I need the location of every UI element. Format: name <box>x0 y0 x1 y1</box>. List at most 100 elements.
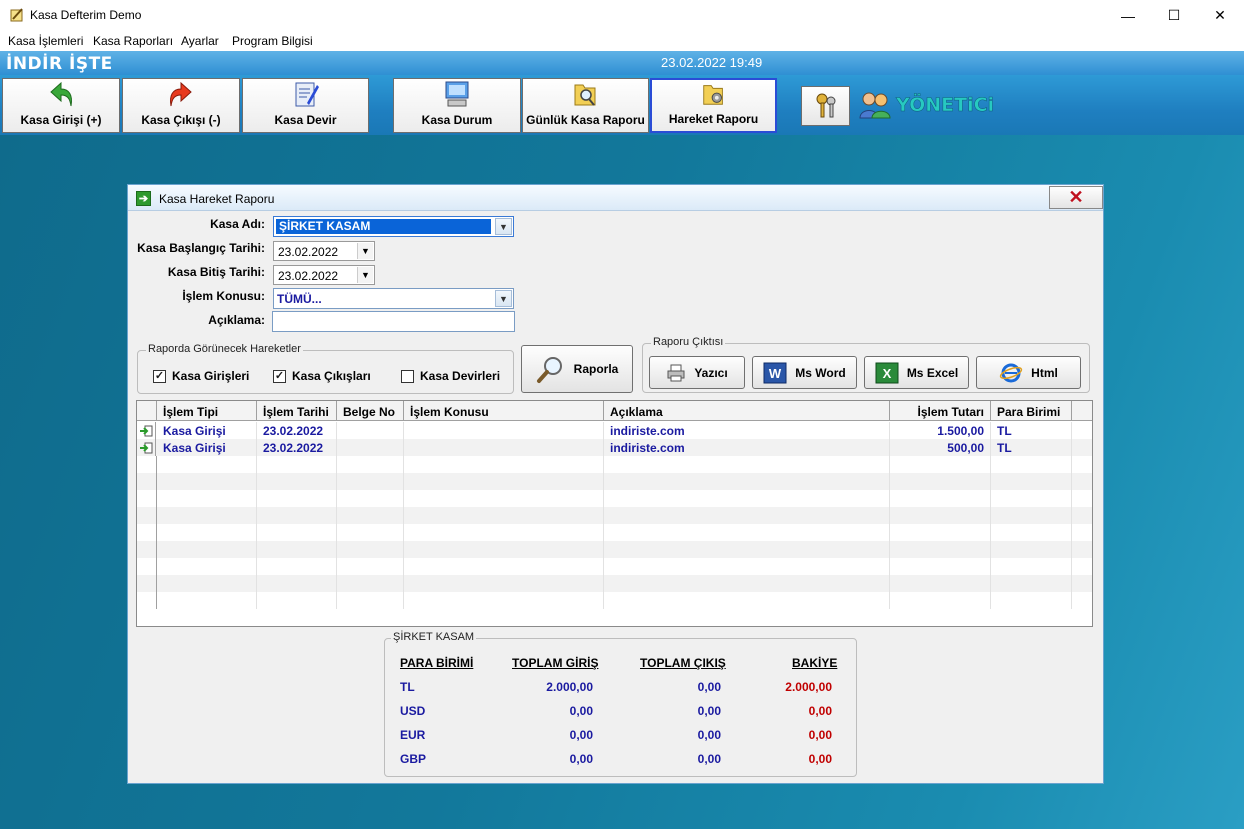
ms-word-button[interactable]: W Ms Word <box>752 356 857 389</box>
table-row[interactable]: Kasa Girişi 23.02.2022 indiriste.com 500… <box>137 439 1092 456</box>
maximize-button[interactable]: ☐ <box>1151 0 1197 31</box>
grid-line <box>990 456 991 473</box>
rapor-ciktisi-label: Raporu Çıktısı <box>651 336 726 348</box>
kasa-cikislari-checkbox[interactable]: ✓ Kasa Çıkışları <box>273 369 371 383</box>
brand-label: İNDİR İŞTE <box>6 54 113 74</box>
raporla-button[interactable]: Raporla <box>521 345 633 393</box>
kasa-devirleri-checkbox[interactable]: Kasa Devirleri <box>401 369 500 383</box>
column-header-islem-tarihi[interactable]: İşlem Tarihi <box>257 401 337 421</box>
kasa-durum-button[interactable]: Kasa Durum <box>393 78 521 133</box>
chevron-down-icon[interactable]: ▼ <box>495 218 512 235</box>
grid-line <box>403 592 404 609</box>
gunluk-rapor-button[interactable]: Günlük Kasa Raporu <box>522 78 649 133</box>
kasa-girisleri-checkbox[interactable]: ✓ Kasa Girişleri <box>153 369 249 383</box>
menu-bar: Kasa İşlemleri Kasa Raporları Ayarlar Pr… <box>0 31 1244 51</box>
chevron-down-icon[interactable]: ▼ <box>357 243 373 259</box>
column-header-islem-tutari[interactable]: İşlem Tutarı <box>890 401 991 421</box>
close-window-button[interactable]: ✕ <box>1197 0 1243 31</box>
cell-islem-tipi: Kasa Girişi <box>157 422 257 439</box>
summary-para-birimi: EUR <box>400 728 426 742</box>
table-header: İşlem Tipi İşlem Tarihi Belge No İşlem K… <box>137 401 1092 421</box>
table-row-empty <box>137 473 1092 490</box>
excel-icon: X <box>875 362 899 383</box>
menu-program-bilgisi[interactable]: Program Bilgisi <box>232 34 313 48</box>
summary-toplam-giris: 0,00 <box>569 704 593 718</box>
computer-icon <box>445 81 469 107</box>
grid-line <box>336 456 337 473</box>
table-row-empty <box>137 507 1092 524</box>
dialog-titlebar: ➔ Kasa Hareket Raporu ✕ <box>128 185 1103 211</box>
bitis-value: 23.02.2022 <box>278 269 339 283</box>
main-toolbar: Kasa Girişi (+) Kasa Çıkışı (-) Kasa Dev… <box>0 75 1244 135</box>
summary-bakiye: 2.000,00 <box>785 680 832 694</box>
table-row[interactable]: Kasa Girişi 23.02.2022 indiriste.com 1.5… <box>137 422 1092 439</box>
cell-islem-tarihi: 23.02.2022 <box>257 422 337 439</box>
column-header-belge-no[interactable]: Belge No <box>337 401 404 421</box>
menu-kasa-raporlari[interactable]: Kasa Raporları <box>93 34 173 48</box>
html-button[interactable]: Html <box>976 356 1081 389</box>
red-arrow-right-icon <box>170 81 192 107</box>
kasa-girisi-button[interactable]: Kasa Girişi (+) <box>2 78 120 133</box>
column-header-aciklama[interactable]: Açıklama <box>604 401 890 421</box>
grid-line <box>256 541 257 558</box>
ms-excel-button[interactable]: X Ms Excel <box>864 356 969 389</box>
grid-line <box>603 473 604 490</box>
grid-line <box>990 592 991 609</box>
admin-indicator: YÖNETiCi <box>858 91 994 119</box>
aciklama-input[interactable] <box>272 311 515 332</box>
cell-islem-tipi: Kasa Girişi <box>157 439 257 456</box>
chevron-down-icon[interactable]: ▼ <box>495 290 512 307</box>
grid-line <box>336 541 337 558</box>
menu-kasa-islemleri[interactable]: Kasa İşlemleri <box>8 34 83 48</box>
column-header-islem-tipi[interactable]: İşlem Tipi <box>157 401 257 421</box>
keys-button[interactable] <box>801 86 850 126</box>
grid-line <box>403 558 404 575</box>
islem-konusu-select[interactable]: TÜMÜ... ▼ <box>273 288 514 309</box>
grid-line <box>256 575 257 592</box>
grid-line <box>603 541 604 558</box>
grid-line <box>256 507 257 524</box>
summary-bakiye: 0,00 <box>808 704 832 718</box>
grid-line <box>156 524 157 541</box>
yazici-button[interactable]: Yazıcı <box>649 356 745 389</box>
column-header-para-birimi[interactable]: Para Birimi <box>991 401 1072 421</box>
minimize-button[interactable]: — <box>1105 0 1151 31</box>
grid-line <box>889 558 890 575</box>
cell-islem-tarihi: 23.02.2022 <box>257 439 337 456</box>
menu-ayarlar[interactable]: Ayarlar <box>181 34 219 48</box>
grid-line <box>603 507 604 524</box>
dialog-close-button[interactable]: ✕ <box>1049 186 1103 209</box>
grid-line <box>1071 524 1072 541</box>
grid-line <box>1071 473 1072 490</box>
kasa-adi-select[interactable]: ŞİRKET KASAM ▼ <box>273 216 514 237</box>
grid-line <box>403 456 404 473</box>
summary-toplam-giris: 0,00 <box>569 728 593 742</box>
kasa-devir-button[interactable]: Kasa Devir <box>242 78 369 133</box>
column-header-islem-konusu[interactable]: İşlem Konusu <box>404 401 604 421</box>
grid-line <box>336 575 337 592</box>
hareket-raporu-button[interactable]: Hareket Raporu <box>650 78 777 133</box>
grid-line <box>403 507 404 524</box>
clipboard-edit-icon <box>295 82 319 107</box>
grid-line <box>256 524 257 541</box>
kasa-adi-value: ŞİRKET KASAM <box>276 219 491 234</box>
summary-toplam-cikis: 0,00 <box>697 728 721 742</box>
summary-bakiye: 0,00 <box>808 752 832 766</box>
internet-explorer-icon <box>999 363 1023 382</box>
table-row-empty <box>137 524 1092 541</box>
bitis-date-picker[interactable]: 23.02.2022 ▼ <box>273 265 375 285</box>
grid-line <box>990 507 991 524</box>
folder-search-icon <box>574 84 595 106</box>
baslangic-date-picker[interactable]: 23.02.2022 ▼ <box>273 241 375 261</box>
grid-line <box>156 558 157 575</box>
table-row-empty <box>137 541 1092 558</box>
cell-para-birimi: TL <box>991 422 1072 439</box>
svg-text:W: W <box>769 366 782 381</box>
table-row-empty <box>137 456 1092 473</box>
kasa-cikisi-button[interactable]: Kasa Çıkışı (-) <box>122 78 240 133</box>
grid-line <box>336 473 337 490</box>
grid-line <box>889 456 890 473</box>
hareket-table[interactable]: İşlem Tipi İşlem Tarihi Belge No İşlem K… <box>136 400 1093 627</box>
table-row-empty <box>137 558 1092 575</box>
chevron-down-icon[interactable]: ▼ <box>357 267 373 283</box>
